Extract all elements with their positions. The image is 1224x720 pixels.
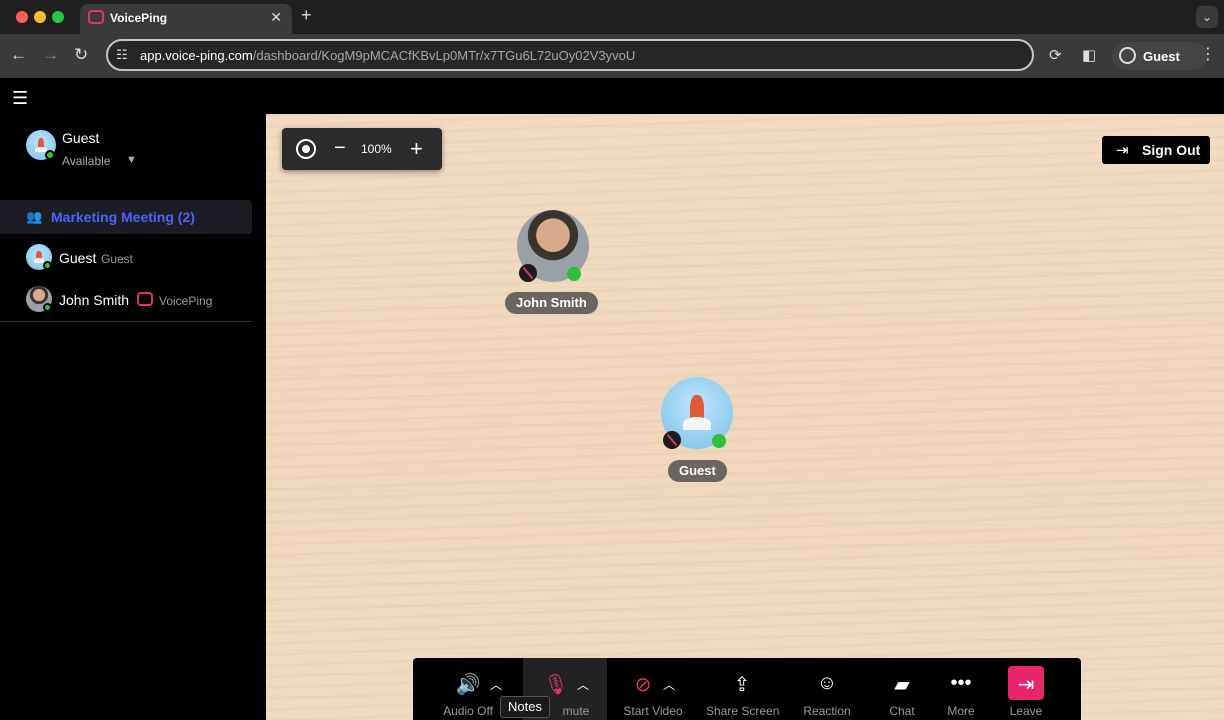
sign-out-icon: ⇥ (1116, 142, 1129, 159)
list-item[interactable]: John Smith VoicePing (26, 286, 256, 314)
site-settings-icon[interactable]: ☷ (116, 47, 128, 63)
mic-off-icon: 🎙 (543, 674, 569, 696)
chat-button[interactable]: ▰ Chat (883, 658, 921, 720)
profile-icon (1119, 47, 1136, 64)
sign-out-button[interactable]: ⇥ Sign Out (1102, 136, 1210, 164)
side-panel-icon[interactable]: ◧ (1082, 46, 1096, 64)
browser-toolbar: ← → ↻ ☷ app.voice-ping.com/dashboard/Kog… (0, 34, 1224, 78)
browser-tab-strip: VoicePing ✕ + ⌄ (0, 0, 1224, 34)
zoom-out-button[interactable]: − (334, 137, 346, 160)
status-dropdown-icon[interactable]: ▼ (126, 154, 137, 166)
speaker-icon: 🔊 (455, 674, 481, 696)
meeting-toolbar: 🔊 Audio Off ︿ 🎙 mute ︿ ⊘ Start Video ︿ ⇪… (413, 658, 1081, 720)
voiceping-logo-icon (137, 292, 153, 306)
audio-options-icon[interactable]: ︿ (490, 676, 502, 693)
chat-icon: ▰ (894, 674, 910, 696)
avatar-john-smith[interactable]: John Smith (504, 210, 604, 320)
browser-menu-icon[interactable]: ⋮ (1200, 44, 1216, 64)
avatar-guest[interactable]: Guest (661, 377, 733, 487)
reaction-icon: ☺ (816, 672, 838, 694)
current-user-name: Guest (62, 130, 100, 146)
rocket-fin-icon (682, 416, 712, 430)
group-icon: 👥 (26, 209, 43, 224)
profile-label: Guest (1143, 49, 1180, 64)
online-status-icon (712, 434, 726, 448)
app-header: ☰ (0, 78, 1224, 114)
notes-tooltip: Notes (500, 696, 550, 718)
divider (0, 321, 252, 322)
virtual-space-canvas[interactable]: − 100% + ⇥ Sign Out John Smith Guest 🔊 A… (266, 114, 1224, 720)
leave-button[interactable]: ⇥ Leave (1008, 658, 1044, 720)
member-name: Guest (59, 250, 97, 266)
share-label: Share Screen (706, 704, 780, 718)
browser-tab[interactable]: VoicePing ✕ (80, 4, 292, 34)
current-user[interactable]: Guest Available ▼ (26, 128, 226, 178)
room-marketing-meeting[interactable]: 👥 Marketing Meeting (2) (0, 200, 252, 234)
member-tag: VoicePing (159, 294, 213, 308)
video-label: Start Video (623, 704, 683, 718)
member-tag: Guest (101, 252, 134, 266)
reaction-label: Reaction (803, 704, 851, 718)
leave-icon: ⇥ (1017, 674, 1035, 696)
zoom-in-button[interactable]: + (410, 136, 423, 162)
tab-search-icon[interactable]: ⌄ (1196, 6, 1218, 28)
online-status-icon (567, 267, 581, 281)
online-status-icon (45, 150, 55, 160)
list-item[interactable]: Guest Guest (26, 244, 256, 272)
sidebar: Guest Available ▼ 👥 Marketing Meeting (2… (0, 114, 266, 720)
close-window-button[interactable] (16, 11, 28, 23)
zoom-controls: − 100% + (282, 128, 442, 170)
new-tab-icon[interactable]: + (301, 5, 312, 26)
more-label: More (947, 704, 975, 718)
tab-title: VoicePing (110, 11, 168, 25)
forward-icon[interactable]: → (42, 45, 59, 65)
locate-me-icon[interactable] (296, 139, 316, 159)
leave-label: Leave (1009, 704, 1043, 718)
extension-icon[interactable]: ⟳ (1049, 46, 1062, 64)
mic-off-icon (519, 264, 537, 282)
maximize-window-button[interactable] (52, 11, 64, 23)
share-screen-button[interactable]: ⇪ Share Screen (706, 658, 779, 720)
online-status-icon (43, 303, 52, 312)
video-options-icon[interactable]: ︿ (663, 676, 675, 693)
chat-label: Chat (889, 704, 915, 718)
back-icon[interactable]: ← (10, 45, 27, 65)
mic-options-icon[interactable]: ︿ (577, 676, 589, 693)
audio-label: Audio Off (443, 704, 493, 718)
zoom-level: 100% (361, 142, 392, 156)
url-text: app.voice-ping.com/dashboard/KogM9pMCACf… (140, 48, 635, 63)
current-user-status: Available (62, 154, 111, 168)
minimize-window-button[interactable] (34, 11, 46, 23)
audio-off-button[interactable]: 🔊 Audio Off (443, 658, 493, 720)
url-host: app.voice-ping.com (140, 48, 253, 63)
reload-icon[interactable]: ↻ (74, 45, 88, 65)
address-bar[interactable]: ☷ app.voice-ping.com/dashboard/KogM9pMCA… (106, 39, 1034, 71)
profile-button[interactable]: Guest (1112, 42, 1208, 70)
more-button[interactable]: ••• More (943, 658, 979, 720)
mic-off-icon (663, 431, 681, 449)
more-icon: ••• (950, 672, 972, 694)
share-screen-icon: ⇪ (733, 674, 751, 696)
voiceping-logo-icon (88, 10, 104, 24)
room-label: Marketing Meeting (2) (51, 209, 195, 225)
member-name: John Smith (59, 292, 130, 308)
reaction-button[interactable]: ☺ Reaction (803, 658, 850, 720)
avatar-name-label: John Smith (505, 292, 598, 314)
collapse-sidebar-icon[interactable]: ☰ (12, 88, 28, 109)
avatar-name-label: Guest (668, 460, 727, 482)
mute-label: mute (562, 704, 590, 718)
close-tab-icon[interactable]: ✕ (270, 9, 282, 26)
url-path: /dashboard/KogM9pMCACfKBvLp0MTr/x7TGu6L7… (252, 48, 636, 63)
sign-out-label: Sign Out (1142, 142, 1201, 158)
online-status-icon (43, 261, 52, 270)
